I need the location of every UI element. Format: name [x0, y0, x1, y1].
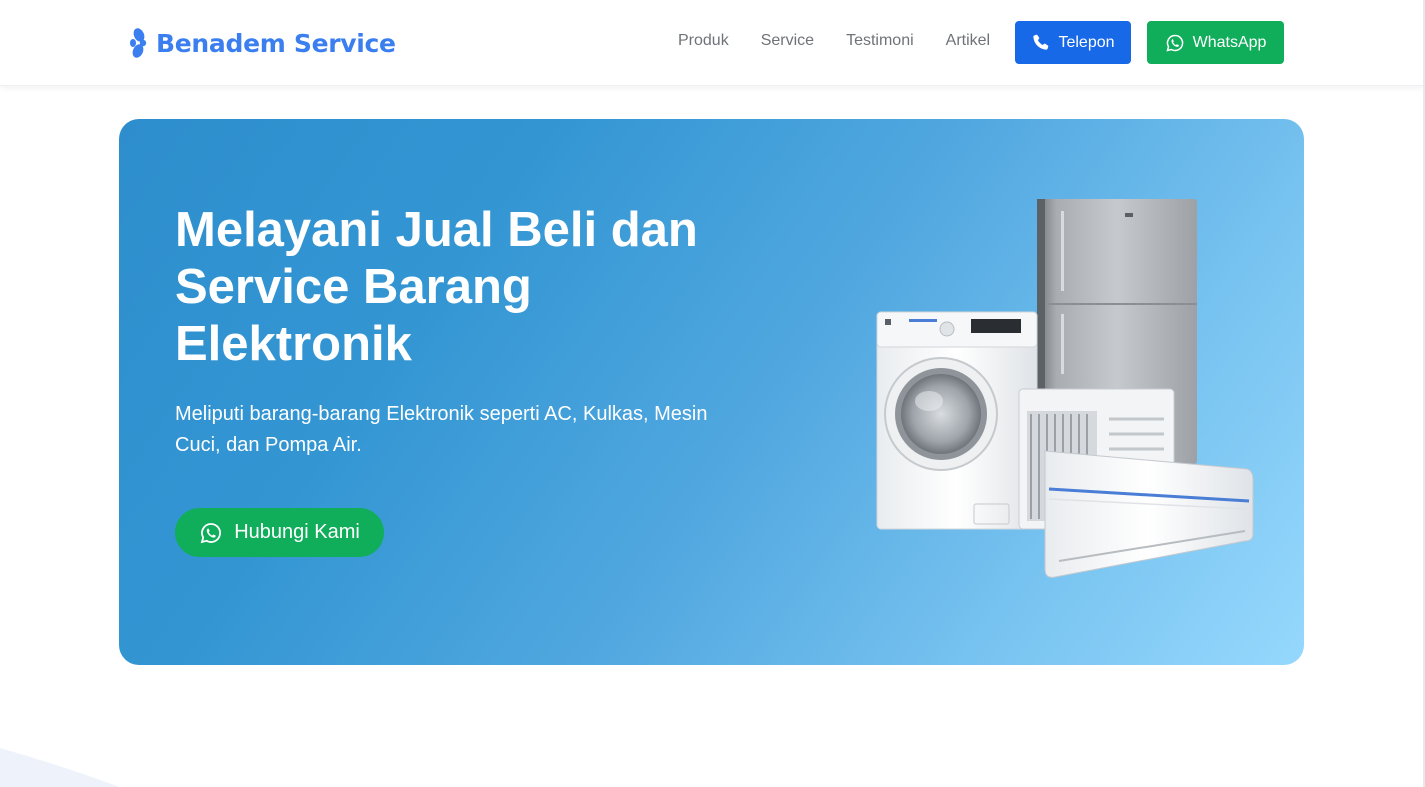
ac-indoor-unit-illustration	[1044, 450, 1254, 578]
hero-subtitle: Meliputi barang-barang Elektronik sepert…	[175, 403, 708, 456]
hero-title: Melayani Jual Beli dan Service Barang El…	[175, 203, 698, 371]
whatsapp-label: WhatsApp	[1192, 33, 1267, 51]
appliances-illustration	[876, 199, 1254, 578]
brand-logo[interactable]: Benadem Service	[130, 24, 396, 62]
telepon-label: Telepon	[1058, 33, 1115, 51]
whatsapp-icon	[200, 522, 222, 543]
hero-banner: Melayani Jual Beli dan Service Barang El…	[119, 119, 1304, 665]
nav-link-artikel[interactable]: Artikel	[930, 0, 1006, 84]
nav-link-testimoni[interactable]: Testimoni	[830, 0, 930, 84]
whatsapp-icon	[1166, 34, 1183, 52]
main-nav: Produk Service Testimoni Artikel	[662, 0, 1006, 86]
washing-machine-illustration	[876, 311, 1038, 530]
fan-icon	[130, 28, 147, 58]
hubungi-kami-button[interactable]: Hubungi Kami	[175, 508, 384, 557]
hubungi-kami-label: Hubungi Kami	[234, 521, 360, 543]
whatsapp-button[interactable]: WhatsApp	[1147, 21, 1284, 64]
site-header: Benadem Service Produk Service Testimoni…	[0, 0, 1425, 86]
telepon-button[interactable]: Telepon	[1015, 21, 1131, 64]
nav-link-service[interactable]: Service	[745, 0, 830, 84]
phone-icon	[1033, 34, 1049, 50]
nav-link-produk[interactable]: Produk	[662, 0, 745, 84]
decorative-wave	[0, 748, 120, 787]
brand-name: Benadem Service	[156, 28, 396, 58]
